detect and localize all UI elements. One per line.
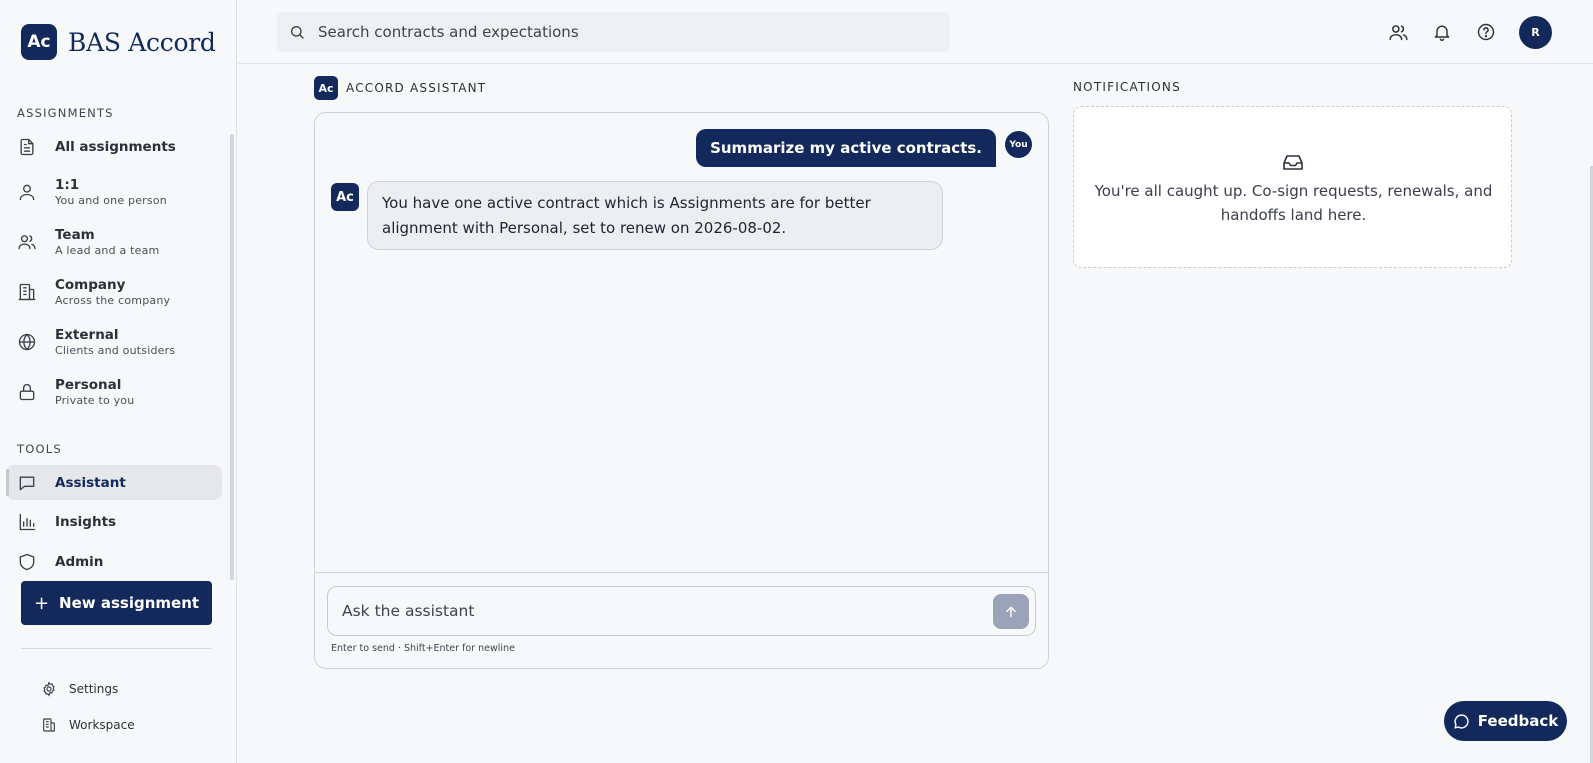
sidebar-item-sublabel: Clients and outsiders <box>55 344 176 357</box>
workspace-label: Workspace <box>69 718 135 732</box>
message-composer[interactable] <box>327 586 1036 636</box>
users-icon <box>16 231 38 253</box>
assistant-title: ACCORD ASSISTANT <box>346 81 487 95</box>
sidebar-item-one-on-one[interactable]: 1:1 You and one person <box>6 177 222 207</box>
notifications-title: NOTIFICATIONS <box>1073 80 1181 94</box>
sidebar-item-sublabel: A lead and a team <box>55 244 160 257</box>
sidebar-item-company[interactable]: Company Across the company <box>6 277 222 307</box>
assistant-header: Ac ACCORD ASSISTANT <box>314 76 486 100</box>
bar-chart-icon <box>16 511 38 533</box>
brand[interactable]: Ac BAS Accord <box>21 24 216 60</box>
chat-panel: Summarize my active contracts. You Ac Yo… <box>314 112 1049 669</box>
sidebar-item-personal[interactable]: Personal Private to you <box>6 377 222 407</box>
brand-logo: Ac <box>21 24 57 60</box>
gear-icon <box>40 680 58 698</box>
message-input[interactable] <box>342 602 962 620</box>
chat-icon <box>16 472 38 494</box>
workspace-link[interactable]: Workspace <box>40 716 135 734</box>
settings-label: Settings <box>69 682 119 696</box>
notifications-empty-message: You're all caught up. Co-sign requests, … <box>1094 182 1493 224</box>
brand-name: BAS Accord <box>68 27 216 57</box>
composer-hint: Enter to send · Shift+Enter for newline <box>331 643 515 654</box>
sidebar-item-label: Insights <box>55 514 117 530</box>
send-button[interactable] <box>993 594 1029 629</box>
lock-icon <box>16 381 38 403</box>
inbox-icon <box>1280 149 1306 175</box>
sidebar-scrollbar[interactable] <box>230 134 234 580</box>
sidebar-item-label: External <box>55 327 119 343</box>
tools-section-label: TOOLS <box>17 442 62 456</box>
search-bar[interactable] <box>277 12 950 52</box>
assistant-logo: Ac <box>314 76 338 100</box>
shield-icon <box>16 551 38 573</box>
sidebar-item-assistant[interactable]: Assistant <box>6 465 222 500</box>
search-input[interactable] <box>318 23 918 41</box>
help-icon[interactable] <box>1474 20 1498 44</box>
assistant-avatar: Ac <box>331 183 359 211</box>
sidebar-item-label: 1:1 <box>55 177 80 193</box>
sidebar-item-label: Company <box>55 277 126 293</box>
sidebar-item-admin[interactable]: Admin <box>6 551 222 573</box>
people-icon[interactable] <box>1386 20 1410 44</box>
sidebar-item-all-assignments[interactable]: All assignments <box>6 136 222 158</box>
building-icon <box>16 281 38 303</box>
search-icon <box>289 23 307 41</box>
user-message: Summarize my active contracts. <box>696 129 996 167</box>
sidebar-item-sublabel: You and one person <box>55 194 167 207</box>
sidebar-item-label: All assignments <box>55 139 176 155</box>
feedback-label: Feedback <box>1477 712 1559 730</box>
plus-icon: + <box>33 592 50 614</box>
avatar[interactable]: R <box>1519 16 1552 49</box>
sidebar-item-insights[interactable]: Insights <box>6 511 222 533</box>
sidebar-item-team[interactable]: Team A lead and a team <box>6 227 222 257</box>
assignments-section-label: ASSIGNMENTS <box>17 106 114 120</box>
settings-link[interactable]: Settings <box>40 680 118 698</box>
sidebar-item-label: Admin <box>55 554 104 570</box>
sidebar-item-label: Personal <box>55 377 122 393</box>
topbar: R <box>238 0 1593 64</box>
sidebar-item-label: Assistant <box>55 474 126 491</box>
user-icon <box>16 181 38 203</box>
assistant-message: You have one active contract which is As… <box>367 181 943 250</box>
feedback-button[interactable]: Feedback <box>1444 701 1567 741</box>
sidebar-item-label: Team <box>55 227 95 243</box>
sidebar-item-sublabel: Across the company <box>55 294 171 307</box>
user-badge: You <box>1005 131 1032 158</box>
globe-icon <box>16 331 38 353</box>
new-assignment-button[interactable]: + New assignment <box>21 581 212 625</box>
sidebar-item-external[interactable]: External Clients and outsiders <box>6 327 222 357</box>
sidebar: Ac BAS Accord ASSIGNMENTS All assignment… <box>0 0 237 763</box>
chat-bubble-icon <box>1453 713 1470 730</box>
document-icon <box>16 136 38 158</box>
building-icon <box>40 716 58 734</box>
arrow-up-icon <box>1004 605 1018 619</box>
sidebar-divider <box>21 648 212 649</box>
composer-divider <box>315 572 1048 573</box>
new-assignment-label: New assignment <box>59 594 200 612</box>
bell-icon[interactable] <box>1430 20 1454 44</box>
notifications-empty-state: You're all caught up. Co-sign requests, … <box>1073 106 1512 268</box>
sidebar-item-sublabel: Private to you <box>55 394 135 407</box>
